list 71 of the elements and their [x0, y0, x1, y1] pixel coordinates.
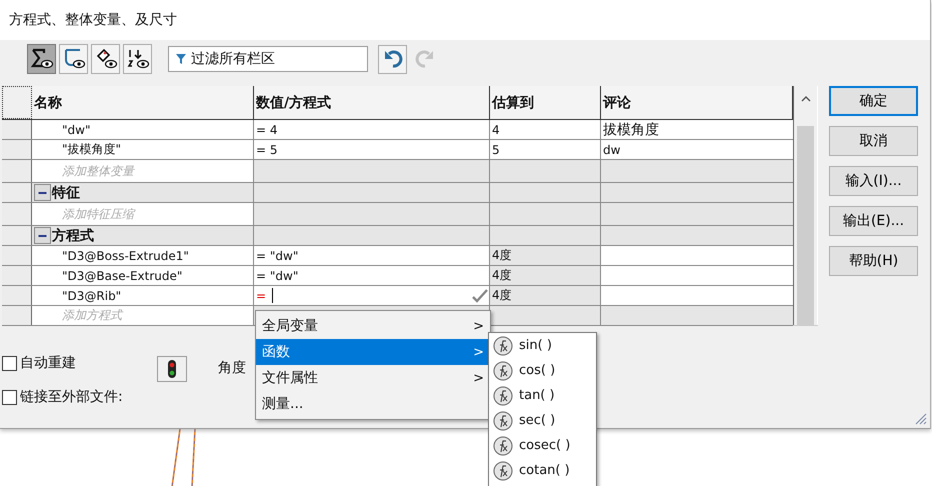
function-icon: [493, 410, 513, 430]
window-title: 方程式、整体变量、及尺寸: [0, 0, 930, 40]
table-cell: "D3@Rib": [32, 286, 254, 305]
dialog-button[interactable]: 取消: [829, 126, 918, 156]
resize-grip-icon[interactable]: [915, 413, 927, 425]
angle-label: 角度: [218, 359, 246, 377]
dialog-button[interactable]: 输入(I)...: [829, 166, 918, 196]
menu-item[interactable]: 测量...: [256, 391, 490, 417]
group-cell[interactable]: 方程式: [32, 226, 254, 245]
table-cell: 4: [490, 120, 601, 139]
column-header[interactable]: 名称: [32, 86, 254, 119]
table-cell: "D3@Base-Extrude": [32, 266, 254, 285]
scroll-up-icon[interactable]: [800, 96, 810, 102]
menu-item[interactable]: cotan( ): [489, 458, 596, 483]
function-icon: [493, 386, 513, 406]
table-cell: 5: [490, 140, 601, 159]
table-cell: "拔模角度": [32, 140, 254, 159]
table-cell: "dw": [32, 120, 254, 139]
table-cell-text: dw: [602, 142, 622, 158]
menu-item[interactable]: 文件属性 >: [256, 365, 490, 391]
checkmark-icon[interactable]: [472, 289, 488, 303]
view-toggle-button[interactable]: [27, 44, 56, 74]
undo-icon: [382, 50, 402, 68]
filter-field[interactable]: 过滤所有栏区: [168, 46, 368, 72]
table-cell: 4度: [490, 246, 601, 265]
checkbox-option[interactable]: 自动重建: [2, 354, 157, 372]
column-header[interactable]: 数值/方程式: [254, 86, 490, 119]
menu-item[interactable]: cosec( ): [489, 433, 596, 458]
menu-item[interactable]: 全局变量 >: [256, 313, 490, 339]
minus-icon: [38, 234, 47, 236]
function-icon: [493, 436, 513, 456]
table-cell: = 4: [254, 120, 490, 139]
dialog-button[interactable]: 输出(E)...: [829, 206, 918, 236]
function-icon: [493, 460, 513, 480]
dialog-button[interactable]: 确定: [829, 86, 918, 116]
table-cell: "D3@Boss-Extrude1": [32, 246, 254, 265]
table-cell: = 5: [254, 140, 490, 159]
undo-button[interactable]: [378, 44, 407, 74]
checkbox-option[interactable]: 链接至外部文件:: [2, 388, 157, 406]
scrollbar[interactable]: [794, 86, 817, 325]
text-cursor: [272, 288, 274, 303]
table-cell: 4度: [490, 286, 601, 305]
scrollbar-thumb[interactable]: [797, 126, 814, 325]
order-eye-icon: [126, 48, 150, 70]
menu-item[interactable]: 函数 >: [256, 339, 490, 365]
table-cell-text: 拔模角度: [602, 120, 660, 139]
group-cell[interactable]: 特征: [32, 183, 254, 202]
collapse-toggle[interactable]: [34, 184, 51, 201]
filter-icon: [175, 53, 187, 65]
column-header[interactable]: 估算到: [490, 86, 601, 119]
sum-eye-icon: [30, 48, 54, 70]
menu-item[interactable]: cos( ): [489, 358, 596, 383]
menu-item[interactable]: tan( ): [489, 383, 596, 408]
view-toggle-button[interactable]: [123, 44, 152, 74]
minus-icon: [38, 192, 47, 194]
traffic-light-button[interactable]: [157, 356, 187, 382]
group-label: 方程式: [52, 226, 94, 244]
traffic-light-icon: [167, 359, 177, 379]
function-icon: [493, 360, 513, 380]
view-toggle-button[interactable]: [91, 44, 120, 74]
function-icon: [493, 336, 513, 356]
menu-item[interactable]: sin( ): [489, 333, 596, 358]
dialog-button[interactable]: 帮助(H): [829, 246, 918, 276]
table-cell: 4度: [490, 266, 601, 285]
group-label: 特征: [52, 184, 80, 202]
column-header[interactable]: 评论: [601, 86, 793, 119]
sketch-lines-drawing: [171, 429, 197, 486]
collapse-toggle[interactable]: [34, 227, 51, 244]
view-toggle-button[interactable]: [59, 44, 88, 74]
equals-sign: =: [256, 288, 266, 302]
menu-item[interactable]: sec( ): [489, 408, 596, 433]
